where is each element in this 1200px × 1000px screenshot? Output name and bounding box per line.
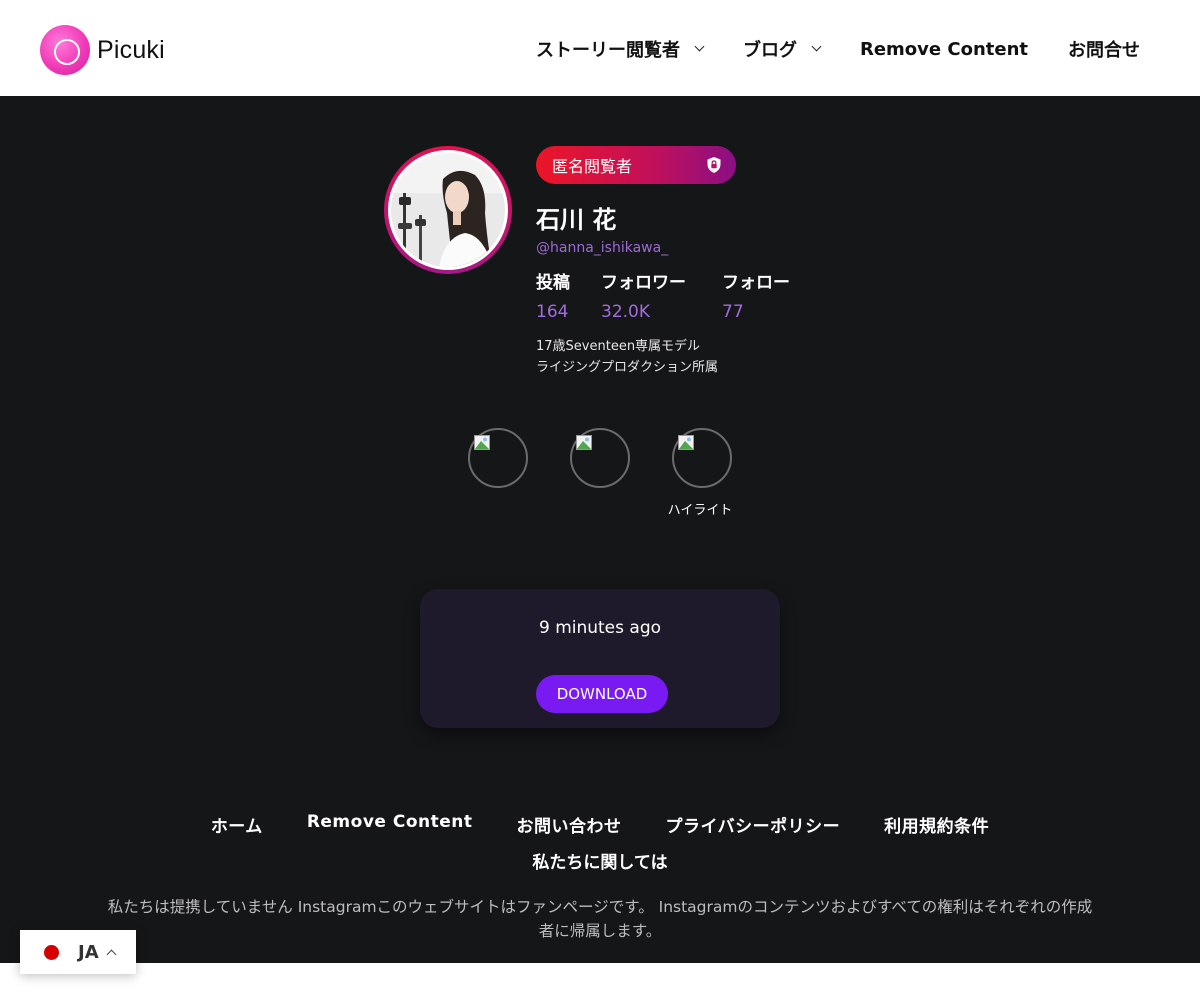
logo-text: Picuki (97, 35, 165, 64)
anonymous-viewer-badge: 匿名閲覧者 (536, 146, 736, 184)
nav-story-viewer-label: ストーリー閲覧者 (535, 40, 680, 61)
story-card: 9 minutes ago DOWNLOAD (420, 589, 780, 728)
site-header: Picuki ストーリー閲覧者 ブログ Remove Content お問合せ (0, 0, 1200, 96)
bio-line: ライジングプロダクション所属 (536, 360, 719, 375)
main-nav: ストーリー閲覧者 ブログ Remove Content お問合せ (496, 36, 1140, 62)
nav-blog-label: ブログ (742, 40, 797, 61)
stat-label: フォロワー (601, 273, 686, 293)
nav-blog[interactable]: ブログ (742, 36, 822, 62)
shield-lock-icon (707, 157, 721, 173)
stat-value: 164 (536, 302, 569, 322)
stat-following: フォロー 77 (722, 268, 790, 322)
broken-image-icon (576, 435, 592, 450)
nav-story-viewer[interactable]: ストーリー閲覧者 (535, 36, 705, 62)
nav-remove-content[interactable]: Remove Content (860, 39, 1028, 60)
main-content: 匿名閲覧者 石川 花 @hanna_ishikawa_ 投稿 164 フォロワー… (0, 96, 1200, 963)
footer-link-about[interactable]: 私たちに関しては (0, 848, 1200, 873)
highlight-item[interactable] (672, 428, 732, 488)
chevron-down-icon (694, 41, 705, 52)
stat-value: 77 (722, 302, 744, 322)
highlight-label: ハイライト (667, 503, 733, 518)
stat-value: 32.0K (601, 302, 650, 322)
language-code: JA (78, 941, 99, 963)
chevron-up-icon (106, 949, 117, 960)
language-selector[interactable]: JA (20, 930, 136, 974)
profile-bio: 17歳Seventeen専属モデル ライジングプロダクション所属 (536, 336, 718, 378)
footer-link-home[interactable]: ホーム (211, 812, 263, 837)
footer-link-contact[interactable]: お問い合わせ (517, 812, 622, 837)
stat-posts: 投稿 164 (536, 268, 570, 322)
japan-flag-icon (44, 944, 59, 960)
profile-name: 石川 花 (536, 206, 617, 234)
stat-followers: フォロワー 32.0K (601, 268, 686, 322)
profile-avatar (384, 146, 512, 274)
footer-link-terms[interactable]: 利用規約条件 (884, 812, 989, 837)
footer-link-remove-content[interactable]: Remove Content (307, 812, 473, 837)
highlight-item[interactable] (570, 428, 630, 488)
footer-nav: ホーム Remove Content お問い合わせ プライバシーポリシー 利用規… (0, 812, 1200, 837)
story-timestamp: 9 minutes ago (538, 618, 662, 638)
highlight-item[interactable] (468, 428, 528, 488)
stat-label: フォロー (722, 273, 790, 293)
footer-disclaimer: 私たちは提携していません Instagramこのウェブサイトはファンページです。… (107, 898, 1093, 940)
nav-contact[interactable]: お問合せ (1068, 36, 1140, 62)
footer-link-privacy[interactable]: プライバシーポリシー (666, 812, 841, 837)
stat-label: 投稿 (536, 273, 570, 293)
logo-icon (40, 25, 90, 75)
broken-image-icon (678, 435, 694, 450)
avatar-photo (391, 153, 505, 267)
chevron-down-icon (811, 41, 822, 52)
bio-line: 17歳Seventeen専属モデル (536, 339, 701, 354)
broken-image-icon (474, 435, 490, 450)
profile-handle: @hanna_ishikawa_ (536, 240, 669, 256)
badge-label: 匿名閲覧者 (552, 157, 633, 176)
download-button[interactable]: DOWNLOAD (536, 675, 668, 713)
avatar-image (391, 153, 505, 267)
picuki-logo[interactable]: Picuki (40, 25, 165, 75)
